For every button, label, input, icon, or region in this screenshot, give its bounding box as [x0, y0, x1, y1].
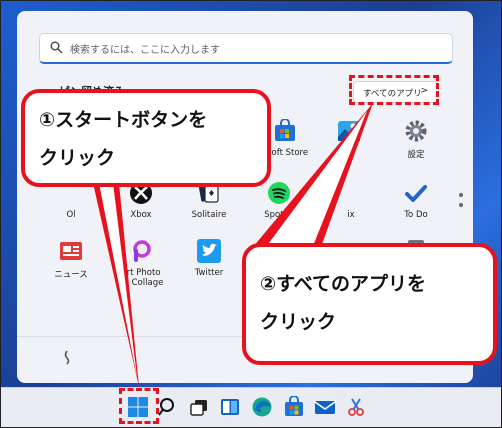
callout-1-line2: クリック	[39, 147, 116, 169]
desktop-screenshot: 検索するには、ここに入力します ピン留め済み すべてのアプリ > osoft S…	[0, 0, 502, 428]
callout-2-line1: ②すべてのアプリを	[260, 273, 426, 295]
callout-step-2: ②すべてのアプリを クリック	[242, 243, 497, 365]
callout-1-line1: ①スタートボタンを	[39, 109, 208, 131]
callout-step-1: ①スタートボタンを クリック	[21, 89, 271, 187]
callout-2-line2: クリック	[260, 311, 337, 333]
